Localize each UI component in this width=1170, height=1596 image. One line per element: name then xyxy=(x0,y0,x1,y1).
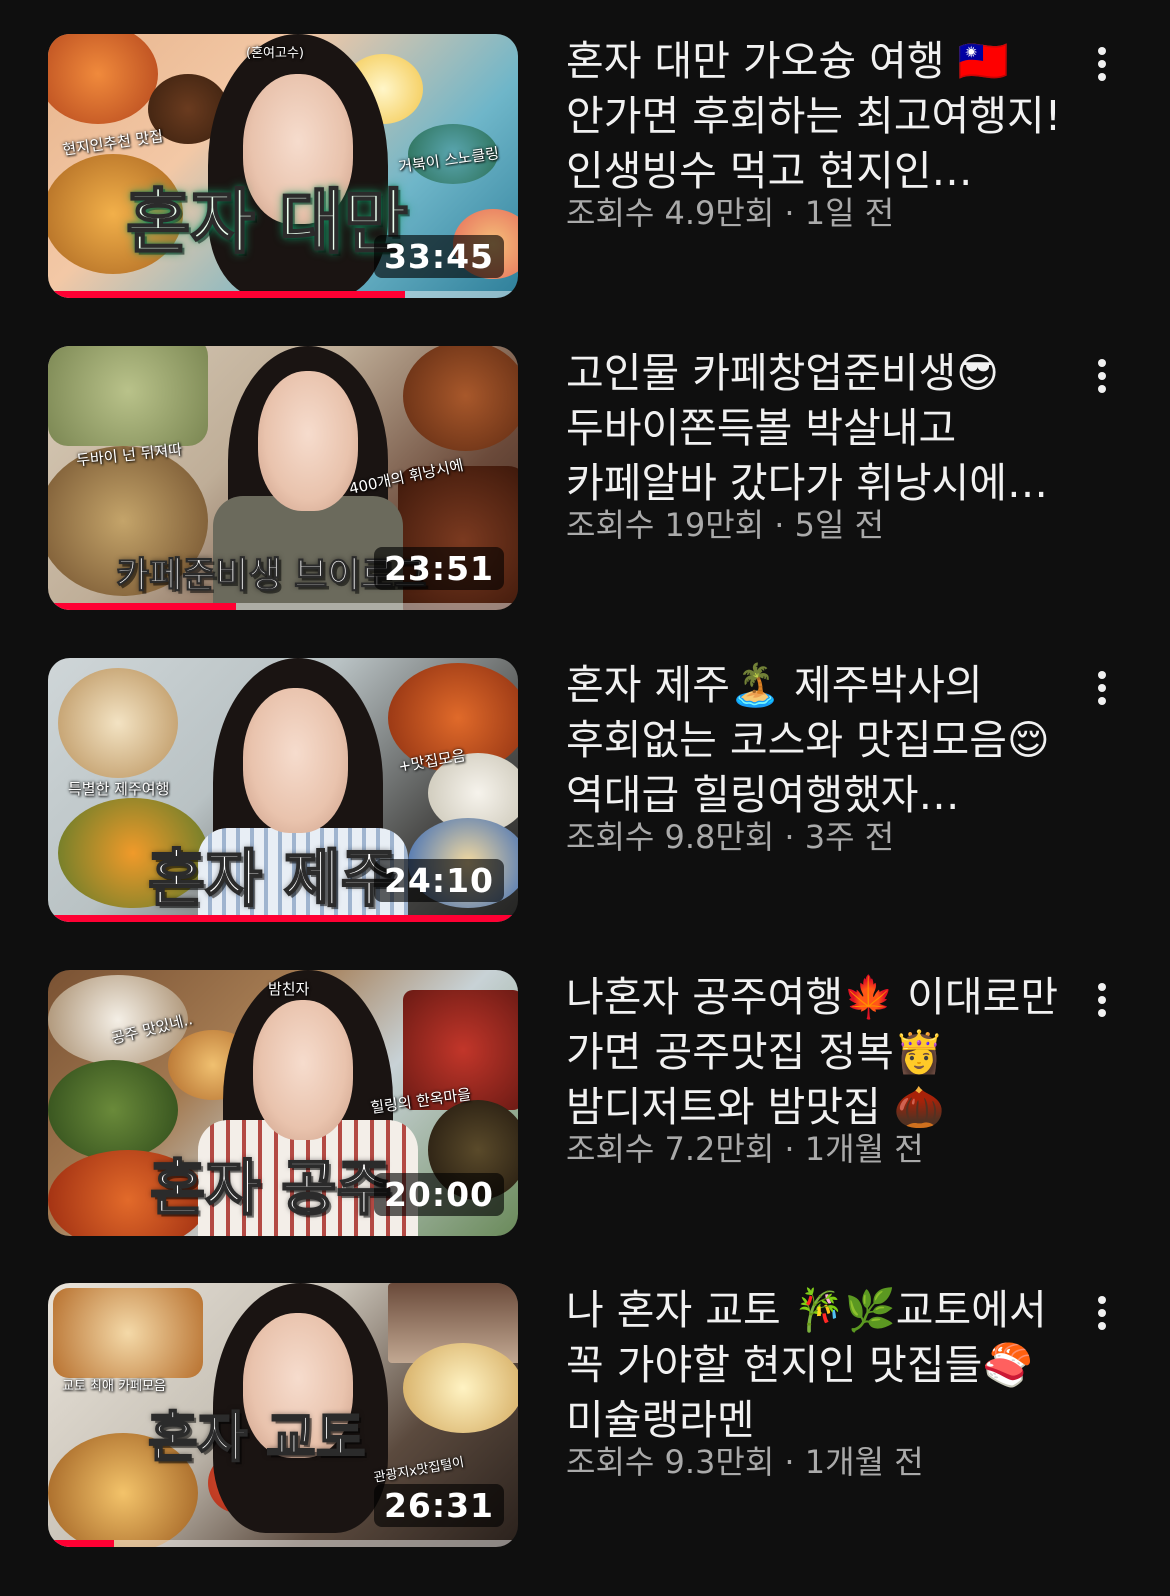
more-vert-icon[interactable] xyxy=(1082,1291,1122,1335)
video-info[interactable]: 나 혼자 교토 🎋🌿교토에서 꼭 가야할 현지인 맛집들🍣미슐랭라멘 조회수 9… xyxy=(566,1283,1066,1482)
video-meta: 조회수 9.8만회 · 3주 전 xyxy=(566,818,895,856)
watch-progress-bar xyxy=(48,603,518,610)
video-title[interactable]: 혼자 대만 가오슝 여행 🇹🇼 안가면 후회하는 최고여행지! 인생빙수 먹고 … xyxy=(566,34,1066,199)
more-vert-icon[interactable] xyxy=(1082,354,1122,398)
video-title[interactable]: 혼자 제주🏝️ 제주박사의 후회없는 코스와 맛집모음😌 역대급 힐링여행했자… xyxy=(566,658,1066,823)
video-info[interactable]: 혼자 제주🏝️ 제주박사의 후회없는 코스와 맛집모음😌 역대급 힐링여행했자…… xyxy=(566,658,1066,857)
video-duration: 24:10 xyxy=(373,859,504,902)
watch-progress-fill xyxy=(48,1540,114,1547)
video-duration: 26:31 xyxy=(373,1484,504,1527)
video-item[interactable]: 두바이 넌 뒤져따 400개의 휘낭시에 카페준비생 브이로그 23:51 고인… xyxy=(0,346,1170,616)
creator-face xyxy=(243,688,348,833)
video-duration: 33:45 xyxy=(373,235,504,278)
video-meta: 조회수 9.3만회 · 1개월 전 xyxy=(566,1443,924,1481)
video-item[interactable]: 특별한 제주여행 +맛집모음 혼자 제주 24:10 혼자 제주🏝️ 제주박사의… xyxy=(0,658,1170,928)
video-feed: (혼여고수) 현지인추천 맛집 거북이 스노클링 혼자 대만 33:45 혼자 … xyxy=(0,0,1170,1596)
video-duration: 23:51 xyxy=(373,547,504,590)
more-vert-icon[interactable] xyxy=(1082,666,1122,710)
video-thumbnail[interactable]: 교토 최애 카페모음 관광지x맛집털이 혼자 교토 26:31 xyxy=(48,1283,518,1547)
thumb-caption: 밤친자 xyxy=(268,980,310,998)
more-vert-icon[interactable] xyxy=(1082,42,1122,86)
video-info[interactable]: 나혼자 공주여행🍁 이대로만 가면 공주맛집 정복👸 밤디저트와 밤맛집 🌰 조… xyxy=(566,970,1066,1169)
video-thumbnail[interactable]: 특별한 제주여행 +맛집모음 혼자 제주 24:10 xyxy=(48,658,518,922)
video-thumbnail[interactable]: (혼여고수) 현지인추천 맛집 거북이 스노클링 혼자 대만 33:45 xyxy=(48,34,518,298)
video-info[interactable]: 고인물 카페창업준비생😎 두바이쫀득볼 박살내고 카페알바 갔다가 휘낭시에… … xyxy=(566,346,1066,545)
video-meta: 조회수 4.9만회 · 1일 전 xyxy=(566,194,895,232)
thumb-caption: 특별한 제주여행 xyxy=(68,780,170,798)
video-item[interactable]: 교토 최애 카페모음 관광지x맛집털이 혼자 교토 26:31 나 혼자 교토 … xyxy=(0,1283,1170,1553)
watch-progress-fill xyxy=(48,291,406,298)
watch-progress-bar xyxy=(48,915,518,922)
thumb-title-overlay: 혼자 공주 xyxy=(149,1153,393,1225)
video-title[interactable]: 고인물 카페창업준비생😎 두바이쫀득볼 박살내고 카페알바 갔다가 휘낭시에… xyxy=(566,346,1066,511)
watch-progress-fill xyxy=(48,915,518,922)
video-meta: 조회수 7.2만회 · 1개월 전 xyxy=(566,1130,924,1168)
creator-face xyxy=(258,371,358,511)
thumb-caption: (혼여고수) xyxy=(246,46,304,61)
watch-progress-fill xyxy=(48,603,236,610)
video-title[interactable]: 나 혼자 교토 🎋🌿교토에서 꼭 가야할 현지인 맛집들🍣미슐랭라멘 xyxy=(566,1283,1066,1448)
video-item[interactable]: (혼여고수) 현지인추천 맛집 거북이 스노클링 혼자 대만 33:45 혼자 … xyxy=(0,34,1170,304)
video-title[interactable]: 나혼자 공주여행🍁 이대로만 가면 공주맛집 정복👸 밤디저트와 밤맛집 🌰 xyxy=(566,970,1066,1135)
video-thumbnail[interactable]: 밤친자 공주 맛있네.. 힐링의 한옥마을 혼자 공주 20:00 xyxy=(48,970,518,1236)
video-meta: 조회수 19만회 · 5일 전 xyxy=(566,506,885,544)
watch-progress-bar xyxy=(48,291,518,298)
thumb-title-overlay: 혼자 제주 xyxy=(147,841,399,916)
thumb-caption: 교토 최애 카페모음 xyxy=(62,1379,166,1394)
video-item[interactable]: 밤친자 공주 맛있네.. 힐링의 한옥마을 혼자 공주 20:00 나혼자 공주… xyxy=(0,970,1170,1240)
thumb-title-overlay: 혼자 대만 xyxy=(125,180,409,264)
creator-face xyxy=(253,1000,353,1140)
video-duration: 20:00 xyxy=(373,1173,504,1216)
more-vert-icon[interactable] xyxy=(1082,978,1122,1022)
video-thumbnail[interactable]: 두바이 넌 뒤져따 400개의 휘낭시에 카페준비생 브이로그 23:51 xyxy=(48,346,518,610)
video-info[interactable]: 혼자 대만 가오슝 여행 🇹🇼 안가면 후회하는 최고여행지! 인생빙수 먹고 … xyxy=(566,34,1066,233)
thumb-title-overlay: 혼자 교토 xyxy=(147,1405,367,1470)
watch-progress-bar xyxy=(48,1540,518,1547)
